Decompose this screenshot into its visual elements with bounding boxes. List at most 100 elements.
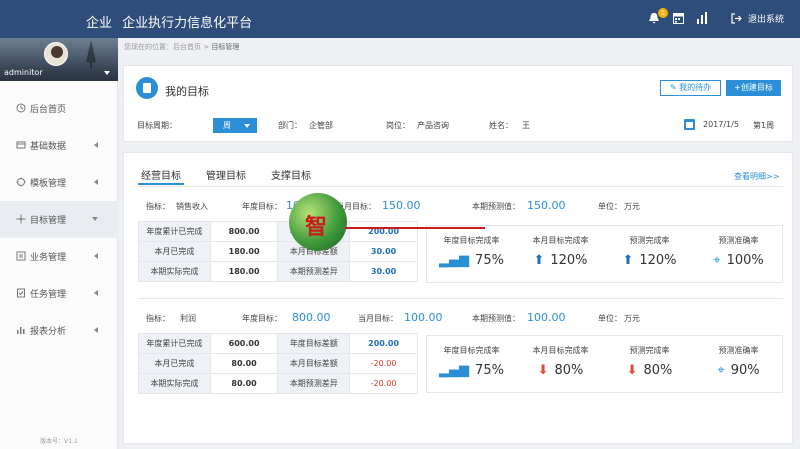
brand-prefix: 企业	[86, 16, 113, 31]
kpi-label: 预测完成率	[629, 346, 670, 355]
indicator-label: 指标：	[146, 314, 170, 323]
kpi-value-wrap: ⬆ 120%	[605, 253, 694, 268]
table-cell: 年度目标差额	[277, 333, 351, 354]
breadcrumb-current: 目标管理	[211, 43, 240, 51]
chevron-left-icon	[94, 290, 98, 296]
sidebar-item-reports[interactable]: 报表分析	[0, 312, 118, 349]
table-cell: 180.00	[209, 261, 279, 282]
indicator-info: 指标： 销售收入 年度目标： 10 当月目标： 150.00 本期预测值： 15…	[146, 199, 786, 215]
notification-badge: 1	[658, 8, 668, 18]
sidebar-item-basic-data[interactable]: 基础数据	[0, 127, 118, 164]
kpi-value-wrap: ⌖ 90%	[694, 363, 783, 378]
bell-icon[interactable]: 1	[648, 8, 668, 26]
period-select[interactable]: 周	[213, 118, 257, 133]
kpi-value: 90%	[730, 363, 760, 378]
table-row: 年度累计已完成 600.00 年度目标差额 200.00	[138, 333, 418, 354]
brand-title: 企业执行力信息化平台	[122, 16, 253, 31]
kpi-panel: 年度目标完成率 ▂▄▆ 75% 本月目标完成率 ⬆ 120% 预测完成率 ⬆ 120%…	[426, 225, 783, 283]
indicator-value: 销售收入	[176, 202, 208, 211]
sidebar-item-home[interactable]: 后台首页	[0, 90, 118, 127]
arrow-up-icon: ⬆	[622, 253, 634, 268]
home-icon	[16, 103, 26, 113]
kpi-value: 75%	[475, 253, 504, 268]
divider	[138, 298, 783, 299]
bar-chart-icon: ▂▄▆	[439, 253, 470, 268]
kpi-value-wrap: ⬇ 80%	[605, 363, 694, 378]
unit-value: 万元	[624, 314, 640, 323]
chevron-left-icon	[94, 142, 98, 148]
arrow-down-icon: ⬇	[537, 363, 549, 378]
view-detail-link[interactable]: 查看明细>>	[734, 171, 779, 182]
avatar[interactable]	[44, 42, 68, 66]
dept-value: 企管部	[309, 121, 333, 130]
annual-value: 800.00	[292, 311, 331, 324]
clipboard-icon	[136, 77, 158, 99]
table-cell: 80.00	[209, 373, 279, 394]
breadcrumb-separator: >	[203, 43, 210, 51]
calendar-icon[interactable]	[684, 119, 695, 130]
sidebar-item-goals[interactable]: 目标管理	[0, 201, 118, 238]
forecast-label: 本期预测值：	[472, 202, 520, 211]
kpi-forecast-completion: 预测完成率 ⬇ 80%	[605, 336, 694, 394]
breadcrumb: 您现在的位置：后台首页 > 目标管理	[124, 42, 239, 52]
sidebar-item-business[interactable]: 业务管理	[0, 238, 118, 275]
filter-bar: 目标周期： 周 部门： 企管部 岗位： 产品咨询 姓名： 王 2017/1/5 …	[137, 118, 787, 134]
template-icon	[16, 177, 26, 187]
sidebar-item-label: 报表分析	[30, 327, 67, 337]
sidebar-item-label: 后台首页	[30, 105, 67, 115]
table-cell: 200.00	[349, 221, 418, 242]
kpi-value-wrap: ▂▄▆ 75%	[427, 363, 516, 378]
unit-label: 单位：	[598, 202, 622, 211]
week-value: 第1周	[753, 121, 775, 130]
post-label: 岗位：	[386, 121, 410, 130]
unit-value: 万元	[624, 202, 640, 211]
kpi-panel: 年度目标完成率 ▂▄▆ 75% 本月目标完成率 ⬇ 80% 预测完成率 ⬇ 80% 预…	[426, 335, 783, 393]
kpi-label: 预测准确率	[718, 346, 759, 355]
my-todo-label: 我的待办	[679, 83, 712, 92]
calendar-icon[interactable]	[673, 12, 687, 26]
create-goal-button[interactable]: +创建目标	[726, 80, 781, 96]
sidebar-item-label: 业务管理	[30, 253, 67, 263]
sidebar-item-templates[interactable]: 模板管理	[0, 164, 118, 201]
table-cell: 本月已完成	[138, 241, 211, 262]
breadcrumb-home[interactable]: 后台首页	[173, 43, 201, 51]
target-icon	[16, 214, 26, 224]
table-cell: 本月已完成	[138, 353, 211, 374]
watermark-char: 智	[305, 214, 328, 240]
logout-button[interactable]: 退出系统	[731, 12, 784, 25]
my-todo-button[interactable]: ✎ 我的待办	[660, 80, 721, 96]
kpi-label: 本月目标完成率	[532, 346, 589, 355]
kpi-annual-completion: 年度目标完成率 ▂▄▆ 75%	[427, 336, 516, 394]
kpi-month-completion: 本月目标完成率 ⬇ 80%	[516, 336, 605, 394]
sidebar-item-label: 目标管理	[30, 216, 67, 226]
name-value: 王	[522, 121, 530, 130]
sidebar-item-tasks[interactable]: 任务管理	[0, 275, 118, 312]
profile-panel[interactable]: adminitor	[0, 38, 118, 81]
kpi-month-completion: 本月目标完成率 ⬆ 120%	[516, 226, 605, 284]
forecast-value: 150.00	[527, 199, 566, 212]
table-cell: 600.00	[209, 333, 279, 354]
chevron-down-icon	[92, 217, 98, 221]
crosshair-icon: ⌖	[713, 253, 721, 268]
kpi-value-wrap: ⌖ 100%	[694, 253, 783, 268]
watermark-globe-logo: 智	[289, 193, 347, 251]
date-value: 2017/1/5	[703, 120, 739, 129]
chevron-left-icon	[94, 327, 98, 333]
kpi-value-wrap: ▂▄▆ 75%	[427, 253, 516, 268]
chart-icon	[16, 325, 26, 335]
indicator-value: 利润	[180, 314, 196, 323]
tab-support-goals[interactable]: 支撑目标	[268, 167, 314, 185]
indicator-label: 指标：	[146, 202, 170, 211]
forecast-label: 本期预测值：	[472, 314, 520, 323]
table-row: 年度累计已完成 800.00 年度目标差额 200.00	[138, 221, 418, 242]
tab-operating-goals[interactable]: 经营目标	[138, 167, 184, 185]
tab-management-goals[interactable]: 管理目标	[203, 167, 249, 185]
summary-table: 年度累计已完成 800.00 年度目标差额 200.00 本月已完成 180.0…	[138, 221, 418, 282]
chart-icon[interactable]	[697, 12, 711, 26]
username: adminitor	[4, 68, 43, 77]
kpi-value: 75%	[475, 363, 504, 378]
crosshair-icon: ⌖	[717, 363, 725, 378]
name-label: 姓名：	[489, 121, 513, 130]
month-value: 100.00	[404, 311, 443, 324]
chevron-down-icon[interactable]	[104, 71, 110, 75]
